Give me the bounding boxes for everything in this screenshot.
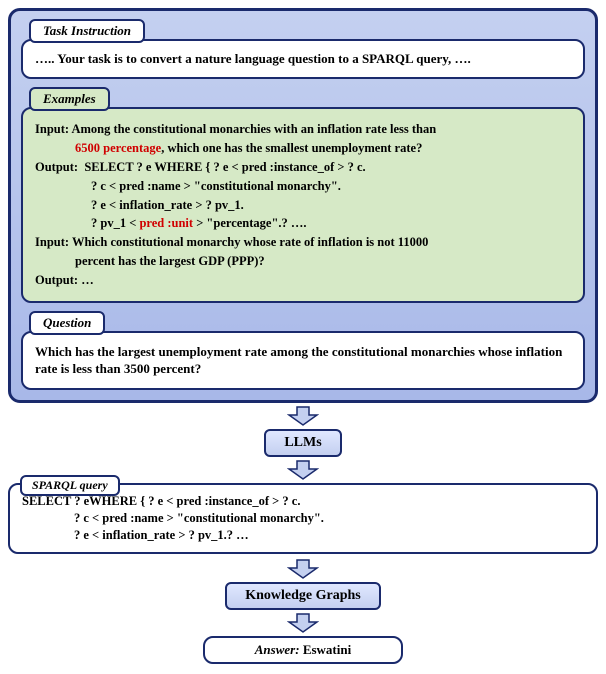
kg-node: Knowledge Graphs <box>8 582 598 610</box>
question-box: Which has the largest unemployment rate … <box>21 331 585 390</box>
out-l4-red: pred :unit <box>139 216 193 230</box>
examples-label: Examples <box>29 87 110 111</box>
answer-label: Answer: <box>255 642 300 657</box>
arrow-3 <box>8 558 598 580</box>
example-input-1-cont: 6500 percentage, which one has the small… <box>35 140 571 157</box>
ex1-line1: Input: Among the constitutional monarchi… <box>35 122 436 136</box>
task-box: ….. Your task is to convert a nature lan… <box>21 39 585 79</box>
sparql-label: SPARQL query <box>20 475 120 496</box>
sparql-box: SPARQL query SELECT ? eWHERE { ? e < pre… <box>8 483 598 554</box>
prompt-container: Task Instruction ….. Your task is to con… <box>8 8 598 403</box>
out-l4-a: ? pv_1 < <box>91 216 139 230</box>
down-arrow-icon <box>287 612 319 634</box>
example-input-2-cont: percent has the largest GDP (PPP)? <box>35 253 571 270</box>
ex1-red: 6500 percentage <box>75 141 161 155</box>
example-input-1: Input: Among the constitutional monarchi… <box>35 121 571 138</box>
llms-label: LLMs <box>264 429 341 457</box>
examples-box: Input: Among the constitutional monarchi… <box>21 107 585 303</box>
example-input-2: Input: Which constitutional monarchy who… <box>35 234 571 251</box>
question-text: Which has the largest unemployment rate … <box>35 343 571 378</box>
out-l4-b: > "percentage".? …. <box>193 216 306 230</box>
out-label: Output: <box>35 160 78 174</box>
down-arrow-icon <box>287 558 319 580</box>
answer-text: Answer: Eswatini <box>255 642 351 657</box>
out-l1: SELECT ? e WHERE { ? e < pred :instance_… <box>84 160 365 174</box>
sparql-l1: SELECT ? eWHERE { ? e < pred :instance_o… <box>22 494 300 508</box>
arrow-4 <box>8 612 598 634</box>
task-text: ….. Your task is to convert a nature lan… <box>35 51 571 67</box>
out-l2: ? c < pred :name > "constitutional monar… <box>35 178 571 195</box>
sparql-l3: ? e < inflation_rate > ? pv_1.? … <box>22 527 584 544</box>
out-l4: ? pv_1 < pred :unit > "percentage".? …. <box>35 215 571 232</box>
arrow-1 <box>8 405 598 427</box>
answer-box: Answer: Eswatini <box>203 636 403 664</box>
question-label: Question <box>29 311 105 335</box>
kg-label: Knowledge Graphs <box>225 582 381 610</box>
llms-node: LLMs <box>8 429 598 457</box>
ex1-tail: , which one has the smallest unemploymen… <box>161 141 422 155</box>
answer-value: Eswatini <box>303 642 351 657</box>
example-output-1: Output: SELECT ? e WHERE { ? e < pred :i… <box>35 159 571 176</box>
down-arrow-icon <box>287 405 319 427</box>
down-arrow-icon <box>287 459 319 481</box>
out-l3: ? e < inflation_rate > ? pv_1. <box>35 197 571 214</box>
sparql-query: SELECT ? eWHERE { ? e < pred :instance_o… <box>22 493 584 544</box>
sparql-l2: ? c < pred :name > "constitutional monar… <box>22 510 584 527</box>
task-label: Task Instruction <box>29 19 145 43</box>
example-output-2: Output: … <box>35 272 571 289</box>
